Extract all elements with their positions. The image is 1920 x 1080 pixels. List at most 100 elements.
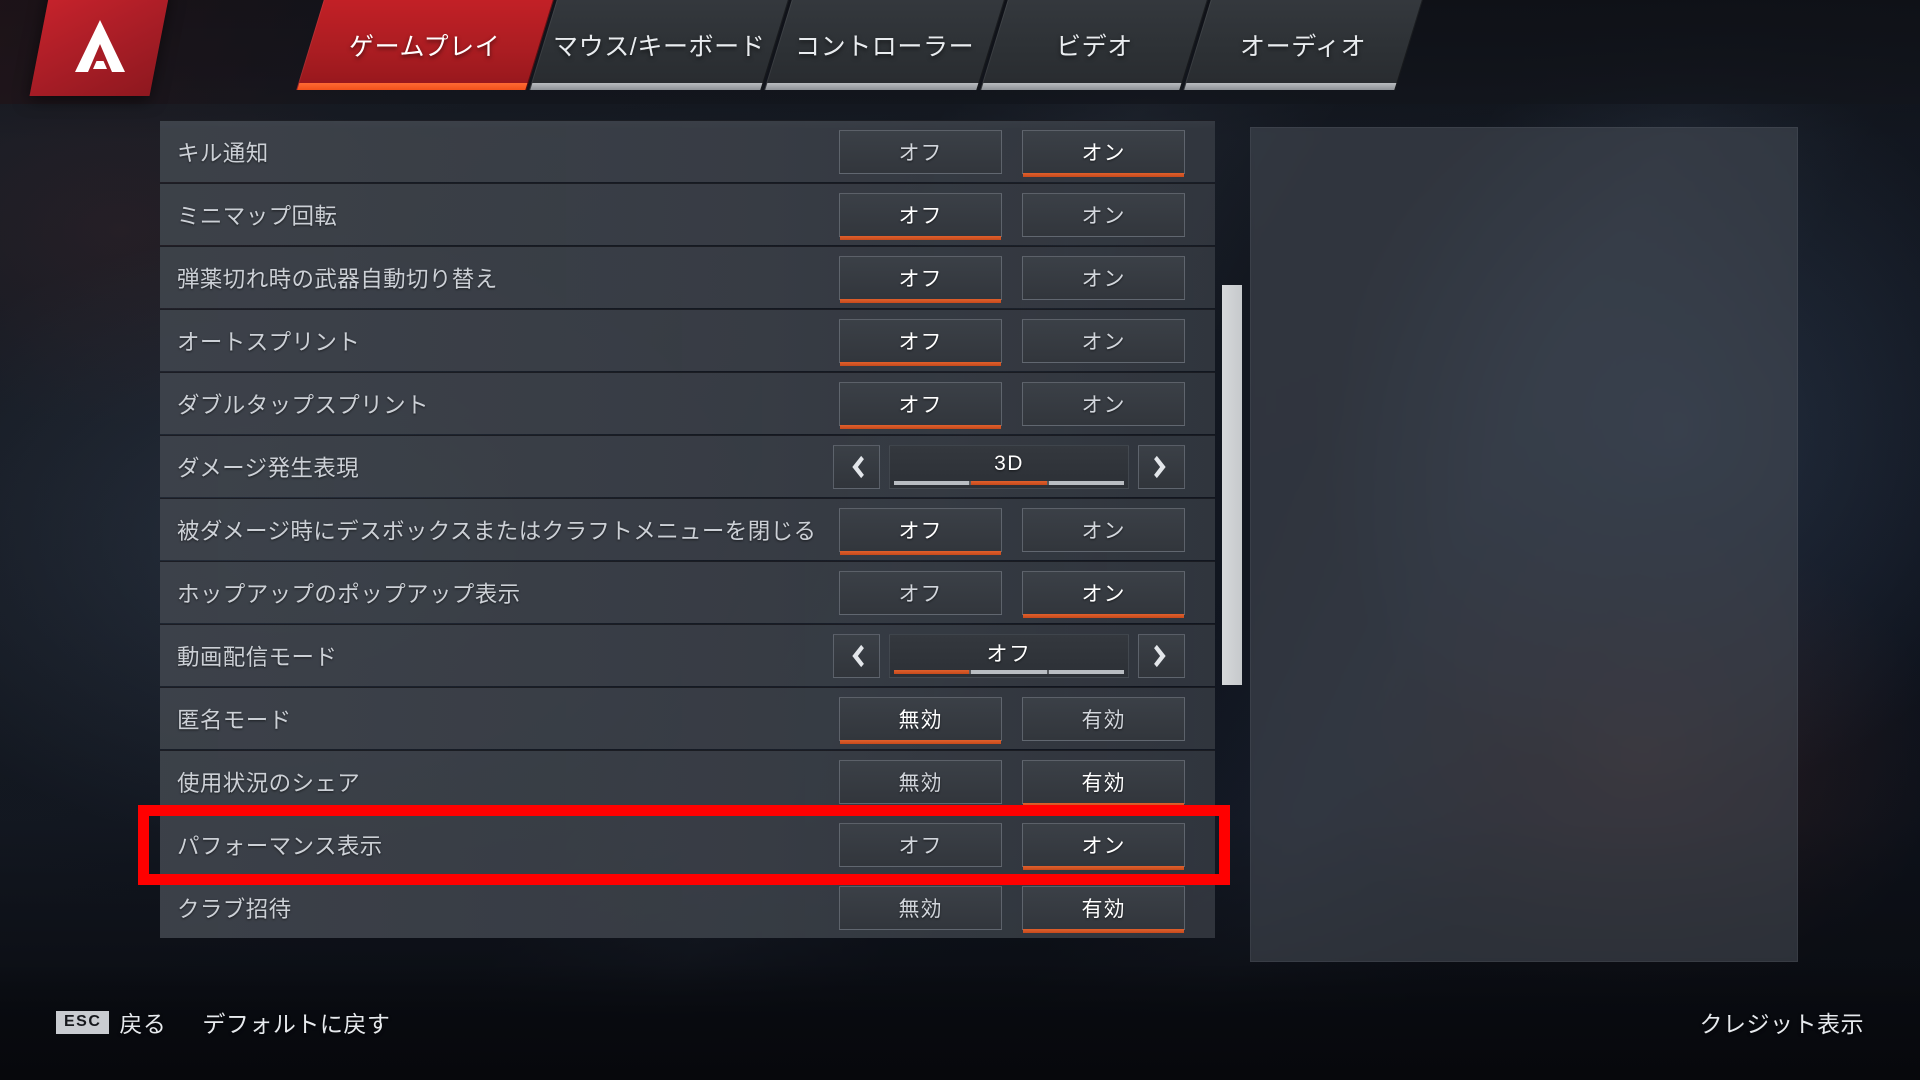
- option-button-label: オン: [1081, 393, 1126, 417]
- settings-row[interactable]: 被ダメージ時にデスボックスまたはクラフトメニューを閉じる オフ オン: [160, 498, 1215, 560]
- stepper-track-empty: [1048, 480, 1124, 485]
- settings-row-label: 弾薬切れ時の武器自動切り替え: [177, 266, 498, 292]
- selected-indicator: [840, 361, 1001, 366]
- selected-indicator: [840, 424, 1001, 429]
- option-button[interactable]: 無効: [839, 885, 1002, 930]
- tab-underline: [765, 83, 979, 90]
- selected-indicator: [1023, 802, 1184, 807]
- stepper-value: 3D: [994, 451, 1024, 475]
- option-button[interactable]: オン: [1022, 129, 1185, 177]
- settings-row[interactable]: 弾薬切れ時の武器自動切り替え オフ オン: [160, 246, 1215, 308]
- option-button[interactable]: オン: [1022, 255, 1185, 300]
- settings-row[interactable]: パフォーマンス表示 オフ オン: [160, 813, 1215, 875]
- tab-controller[interactable]: コントローラー: [764, 0, 1005, 90]
- option-button[interactable]: 無効: [839, 759, 1002, 804]
- selected-indicator: [840, 298, 1001, 303]
- option-button[interactable]: オフ: [839, 381, 1002, 429]
- option-button[interactable]: オフ: [839, 129, 1002, 174]
- settings-row[interactable]: オートスプリント オフ オン: [160, 309, 1215, 371]
- chevron-left-icon[interactable]: [833, 633, 880, 678]
- selected-indicator: [840, 739, 1001, 744]
- chevron-right-icon[interactable]: [1138, 444, 1185, 489]
- settings-row-label: 動画配信モード: [177, 644, 338, 670]
- option-button-label: オフ: [898, 834, 943, 858]
- settings-row[interactable]: クラブ招待 無効 有効: [160, 876, 1215, 938]
- option-button[interactable]: 無効: [839, 696, 1002, 744]
- selected-indicator: [1023, 865, 1184, 870]
- tab-mouse-keyboard[interactable]: マウス/キーボード: [529, 0, 789, 90]
- settings-scrollbar[interactable]: [1222, 120, 1242, 940]
- stepper-track-empty: [1048, 669, 1124, 674]
- stepper-track[interactable]: [894, 480, 1124, 485]
- toggle-group: オフ オン: [839, 570, 1215, 618]
- option-button[interactable]: 有効: [1022, 696, 1185, 741]
- option-button-label: 有効: [1081, 897, 1126, 921]
- stepper-track-fill: [894, 669, 970, 674]
- toggle-group: オフ オン: [839, 192, 1215, 240]
- option-button[interactable]: オン: [1022, 507, 1185, 552]
- tab-label: ゲームプレイ: [349, 33, 501, 61]
- option-button[interactable]: オフ: [839, 570, 1002, 615]
- settings-row-label: 被ダメージ時にデスボックスまたはクラフトメニューを閉じる: [177, 518, 817, 544]
- reset-defaults-button[interactable]: デフォルトに戻す: [202, 1005, 390, 1039]
- chevron-right-icon[interactable]: [1138, 633, 1185, 678]
- settings-row[interactable]: ホップアップのポップアップ表示 オフ オン: [160, 561, 1215, 623]
- stepper-value-box[interactable]: 3D: [889, 444, 1129, 489]
- settings-row-label: クラブ招待: [177, 896, 292, 922]
- tab-video[interactable]: ビデオ: [980, 0, 1208, 90]
- option-button[interactable]: オン: [1022, 318, 1185, 363]
- option-button[interactable]: オン: [1022, 192, 1185, 237]
- option-button[interactable]: オフ: [839, 192, 1002, 240]
- esc-keycap: ESC: [56, 1010, 110, 1034]
- option-button[interactable]: オフ: [839, 318, 1002, 366]
- option-button[interactable]: オフ: [839, 255, 1002, 303]
- settings-row[interactable]: ダブルタップスプリント オフ オン: [160, 372, 1215, 434]
- stepper-track-empty: [971, 669, 1047, 674]
- reset-defaults-label: デフォルトに戻す: [202, 1011, 391, 1037]
- option-button[interactable]: オン: [1022, 822, 1185, 870]
- selected-indicator: [840, 235, 1001, 240]
- credits-button[interactable]: クレジット表示: [1700, 1005, 1865, 1039]
- option-button[interactable]: オフ: [839, 822, 1002, 867]
- settings-row-label: ホップアップのポップアップ表示: [177, 581, 521, 607]
- settings-row[interactable]: 動画配信モード オフ: [160, 624, 1215, 686]
- stepper-track-empty: [894, 480, 970, 485]
- settings-row[interactable]: 使用状況のシェア 無効 有効: [160, 750, 1215, 812]
- chevron-left-icon[interactable]: [833, 444, 880, 489]
- toggle-group: オフ オン: [839, 507, 1215, 555]
- option-button[interactable]: 有効: [1022, 759, 1185, 807]
- settings-row[interactable]: ミニマップ回転 オフ オン: [160, 183, 1215, 245]
- option-button-label: 無効: [898, 708, 943, 732]
- selected-indicator: [1023, 928, 1184, 933]
- option-button[interactable]: 有効: [1022, 885, 1185, 933]
- option-button-label: 有効: [1081, 771, 1126, 795]
- option-button-label: オン: [1081, 330, 1126, 354]
- option-button[interactable]: オン: [1022, 570, 1185, 618]
- stepper-control: オフ: [833, 633, 1215, 678]
- settings-row[interactable]: ダメージ発生表現 3D: [160, 435, 1215, 497]
- option-button-label: オフ: [898, 204, 943, 228]
- scrollbar-thumb[interactable]: [1222, 285, 1242, 685]
- back-hint[interactable]: ESC 戻る: [56, 1005, 166, 1039]
- settings-list[interactable]: キル通知 オフ オン ミニマップ回転 オフ オン 弾薬切れ時の武器自動切り替え オフ オン オート…: [160, 120, 1215, 945]
- toggle-group: 無効 有効: [839, 759, 1215, 807]
- tab-audio[interactable]: オーディオ: [1183, 0, 1423, 90]
- tab-gameplay[interactable]: ゲームプレイ: [296, 0, 554, 90]
- settings-tab-bar[interactable]: ゲームプレイ マウス/キーボード コントローラー ビデオ オーディオ: [296, 0, 1423, 90]
- back-label: 戻る: [119, 1011, 167, 1037]
- tab-label: オーディオ: [1239, 33, 1367, 61]
- settings-row[interactable]: 匿名モード 無効 有効: [160, 687, 1215, 749]
- option-button[interactable]: オフ: [839, 507, 1002, 555]
- tab-label: コントローラー: [794, 33, 975, 61]
- stepper-value-box[interactable]: オフ: [889, 633, 1129, 678]
- settings-row[interactable]: キル通知 オフ オン: [160, 120, 1215, 182]
- tab-underline: [297, 83, 528, 90]
- option-button-label: オン: [1081, 519, 1126, 543]
- credits-label: クレジット表示: [1699, 1011, 1864, 1037]
- toggle-group: 無効 有効: [839, 885, 1215, 933]
- tab-underline: [1184, 83, 1397, 90]
- option-button[interactable]: オン: [1022, 381, 1185, 426]
- option-button-label: 無効: [898, 771, 943, 795]
- stepper-track[interactable]: [894, 669, 1124, 674]
- option-button-label: オフ: [898, 267, 943, 291]
